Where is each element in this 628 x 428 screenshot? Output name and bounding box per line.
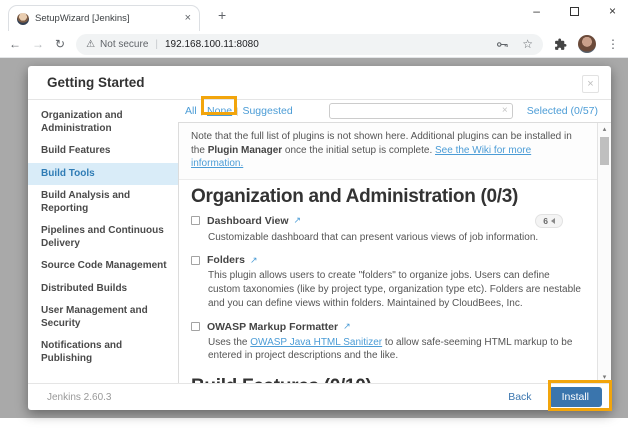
select-suggested-link[interactable]: Suggested xyxy=(242,105,292,117)
external-link-icon[interactable]: ↗ xyxy=(343,321,351,332)
window-minimize-icon[interactable]: – xyxy=(533,5,540,17)
modal-footer: Jenkins 2.60.3 Back Install xyxy=(28,383,611,410)
dependency-badge: 6 xyxy=(535,213,563,228)
external-link-icon[interactable]: ↗ xyxy=(250,255,258,266)
address-divider: | xyxy=(155,38,158,50)
jenkins-version: Jenkins 2.60.3 xyxy=(47,391,112,403)
sidebar-item-distributed-builds[interactable]: Distributed Builds xyxy=(28,278,178,301)
plugin-description: Uses the OWASP Java HTML Sanitizer to al… xyxy=(208,336,583,364)
filter-separator: | xyxy=(236,106,239,116)
plugin-name[interactable]: Folders xyxy=(207,254,245,266)
forward-icon[interactable]: → xyxy=(32,37,44,51)
plugin-description: Customizable dashboard that can present … xyxy=(208,231,539,243)
modal-body: Organization and Administration Build Fe… xyxy=(28,100,611,383)
password-key-icon[interactable] xyxy=(496,38,509,51)
badge-arrow-icon xyxy=(551,217,555,224)
owasp-sanitizer-link[interactable]: OWASP Java HTML Sanitizer xyxy=(250,337,382,348)
plugin-name[interactable]: Dashboard View xyxy=(207,215,289,227)
sidebar-item-organization-and-administration[interactable]: Organization and Administration xyxy=(28,105,178,140)
selected-count: Selected (0/57) xyxy=(526,105,598,117)
back-icon[interactable]: ← xyxy=(9,37,21,51)
filter-separator: | xyxy=(200,106,204,116)
window-close-icon[interactable]: × xyxy=(609,5,616,17)
modal-title: Getting Started xyxy=(47,75,145,90)
browser-toolbar: ← → ↻ ⚠ Not secure | 192.168.100.11:8080… xyxy=(0,31,628,58)
scroll-down-icon[interactable]: ▾ xyxy=(603,371,607,383)
sidebar-item-build-features[interactable]: Build Features xyxy=(28,140,178,163)
sidebar-item-user-management-and-security[interactable]: User Management and Security xyxy=(28,300,178,335)
address-bar[interactable]: ⚠ Not secure | 192.168.100.11:8080 ☆ xyxy=(76,33,543,55)
note-plugin-manager: Plugin Manager xyxy=(207,144,283,156)
select-all-link[interactable]: All xyxy=(185,105,197,117)
jenkins-favicon-icon xyxy=(17,12,29,25)
bookmark-star-icon[interactable]: ☆ xyxy=(522,37,533,51)
list-scrollbar[interactable]: ▴ ▾ xyxy=(597,123,611,383)
search-clear-icon[interactable]: × xyxy=(502,105,508,116)
modal-close-icon[interactable]: × xyxy=(582,75,599,93)
new-tab-button[interactable]: + xyxy=(218,7,226,23)
tab-title: SetupWizard [Jenkins] xyxy=(35,13,130,24)
window-maximize-icon[interactable] xyxy=(569,6,579,16)
profile-avatar[interactable] xyxy=(578,35,596,53)
select-none-link[interactable]: None xyxy=(207,105,232,117)
section-heading-build-features: Build Features (0/10) xyxy=(179,370,597,383)
scrollbar-thumb[interactable] xyxy=(600,137,609,165)
extensions-puzzle-icon[interactable] xyxy=(554,38,567,51)
plugin-description: This plugin allows users to create "fold… xyxy=(208,270,581,309)
back-button[interactable]: Back xyxy=(508,391,531,403)
browser-tab[interactable]: SetupWizard [Jenkins] × xyxy=(8,5,200,31)
filter-row: All | None | Suggested × Selected (0/57) xyxy=(178,100,611,122)
scroll-up-icon[interactable]: ▴ xyxy=(603,123,607,135)
window-controls: – × xyxy=(533,4,616,18)
plugin-row-folders: Folders ↗ This plugin allows users to cr… xyxy=(179,251,597,317)
sidebar-item-build-analysis-and-reporting[interactable]: Build Analysis and Reporting xyxy=(28,185,178,220)
plugin-name[interactable]: OWASP Markup Formatter xyxy=(207,321,338,333)
note-text: once the initial setup is complete. xyxy=(282,144,436,156)
plugin-note: Note that the full list of plugins is no… xyxy=(179,123,597,180)
toolbar-right: ⋮ xyxy=(554,35,619,53)
plugin-checkbox[interactable] xyxy=(191,255,200,265)
search-wrapper: × xyxy=(328,103,513,119)
modal-header: Getting Started xyxy=(28,66,611,100)
plugin-search-input[interactable] xyxy=(328,103,513,119)
plugin-checkbox[interactable] xyxy=(191,216,200,225)
sidebar-item-pipelines-and-continuous-delivery[interactable]: Pipelines and Continuous Delivery xyxy=(28,220,178,255)
category-sidebar: Organization and Administration Build Fe… xyxy=(28,100,178,383)
badge-count: 6 xyxy=(543,215,548,226)
url-text[interactable]: 192.168.100.11:8080 xyxy=(165,39,491,50)
section-heading-organization: Organization and Administration (0/3) xyxy=(191,185,519,207)
install-button[interactable]: Install xyxy=(548,387,602,407)
sidebar-item-build-tools[interactable]: Build Tools xyxy=(28,162,178,185)
plugin-scroll-area: Note that the full list of plugins is no… xyxy=(178,122,611,383)
browser-chrome: SetupWizard [Jenkins] × + – × ← → ↻ ⚠ No… xyxy=(0,0,628,58)
bottom-strip xyxy=(0,418,628,428)
not-secure-warning-icon: ⚠ xyxy=(86,38,96,50)
tab-strip: SetupWizard [Jenkins] × + – × xyxy=(0,0,628,31)
plugin-row-dashboard-view: Dashboard View ↗ 6 Customizable dashboar… xyxy=(179,211,597,252)
plugin-checkbox[interactable] xyxy=(191,322,200,332)
plugin-list: Note that the full list of plugins is no… xyxy=(179,123,597,383)
plugin-content: All | None | Suggested × Selected (0/57)… xyxy=(178,100,611,383)
tab-close-icon[interactable]: × xyxy=(185,13,191,24)
sidebar-item-notifications-and-publishing[interactable]: Notifications and Publishing xyxy=(28,335,178,370)
description-text: Uses the xyxy=(208,336,251,348)
chrome-menu-icon[interactable]: ⋮ xyxy=(607,37,619,51)
refresh-icon[interactable]: ↻ xyxy=(55,37,65,51)
external-link-icon[interactable]: ↗ xyxy=(294,215,302,226)
setup-wizard-modal: Getting Started × Organization and Admin… xyxy=(28,66,611,410)
security-label[interactable]: Not secure xyxy=(100,39,148,50)
sidebar-item-source-code-management[interactable]: Source Code Management xyxy=(28,255,178,278)
plugin-row-owasp-markup-formatter: OWASP Markup Formatter ↗ Uses the OWASP … xyxy=(179,318,597,371)
